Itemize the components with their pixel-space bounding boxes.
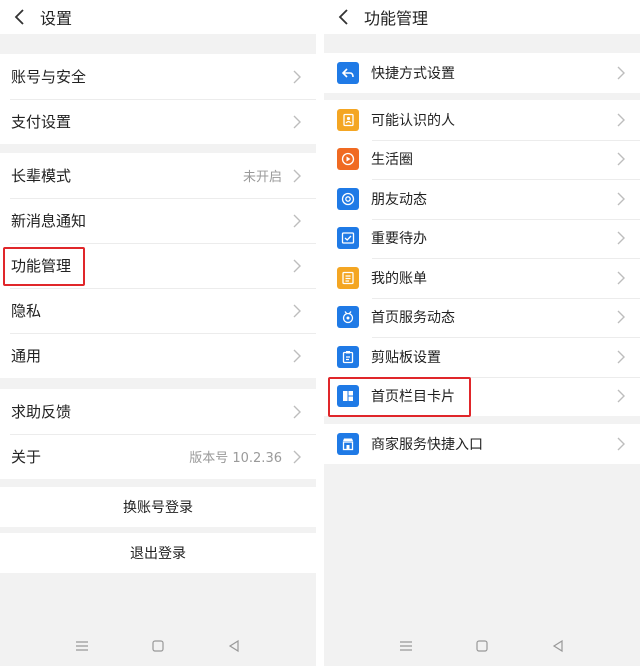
row-shortcut-settings[interactable]: 快捷方式设置 bbox=[324, 53, 640, 93]
bill-icon bbox=[337, 266, 359, 289]
row-help-feedback[interactable]: 求助反馈 bbox=[0, 389, 316, 434]
row-merchant-service-entry[interactable]: 商家服务快捷入口 bbox=[324, 424, 640, 464]
store-icon bbox=[337, 432, 359, 455]
row-payment-settings[interactable]: 支付设置 bbox=[0, 99, 316, 144]
play-icon bbox=[337, 148, 359, 171]
row-message-notification[interactable]: 新消息通知 bbox=[0, 198, 316, 243]
chevron-right-icon bbox=[293, 450, 301, 463]
row-label: 账号与安全 bbox=[11, 68, 87, 86]
row-homepage-service-updates[interactable]: 首页服务动态 bbox=[324, 297, 640, 338]
row-clipboard-settings[interactable]: 剪贴板设置 bbox=[324, 337, 640, 377]
chevron-right-icon bbox=[617, 310, 625, 324]
row-label: 朋友动态 bbox=[371, 191, 427, 208]
back-arrow-icon bbox=[14, 9, 24, 25]
back-button[interactable] bbox=[0, 0, 40, 34]
feature-list-group: 可能认识的人 生活圈 朋友动态 重要待办 我的账单 首页服务动态 剪贴板设置 首… bbox=[324, 100, 640, 416]
chevron-right-icon bbox=[293, 169, 301, 182]
menu-icon[interactable] bbox=[75, 639, 89, 653]
help-group: 求助反馈 关于 版本号 10.2.36 bbox=[0, 389, 316, 479]
switch-account-button[interactable]: 换账号登录 bbox=[0, 487, 316, 527]
settings-screen: 设置 账号与安全 支付设置 长辈模式 未开启 新消息通知 功能管理 隐私 通用 … bbox=[0, 0, 316, 666]
chevron-right-icon bbox=[293, 70, 301, 83]
row-label: 长辈模式 bbox=[11, 167, 72, 185]
row-label: 我的账单 bbox=[371, 270, 427, 287]
row-label: 剪贴板设置 bbox=[371, 349, 441, 366]
row-people-you-may-know[interactable]: 可能认识的人 bbox=[324, 100, 640, 140]
page-title: 设置 bbox=[40, 9, 73, 28]
menu-icon[interactable] bbox=[399, 639, 413, 653]
row-label: 功能管理 bbox=[11, 257, 72, 275]
merchant-group: 商家服务快捷入口 bbox=[324, 424, 640, 464]
back-triangle-icon[interactable] bbox=[227, 639, 241, 653]
row-homepage-cards[interactable]: 首页栏目卡片 bbox=[324, 376, 640, 417]
logout-button[interactable]: 退出登录 bbox=[0, 533, 316, 573]
chevron-right-icon bbox=[293, 349, 301, 362]
back-button[interactable] bbox=[324, 0, 364, 34]
row-important-todo[interactable]: 重要待办 bbox=[324, 218, 640, 259]
chevron-right-icon bbox=[617, 350, 625, 364]
clipboard-icon bbox=[337, 345, 359, 368]
chevron-right-icon bbox=[617, 271, 625, 285]
checkbox-icon bbox=[337, 227, 359, 250]
home-icon[interactable] bbox=[475, 639, 489, 653]
row-label: 首页栏目卡片 bbox=[371, 389, 455, 406]
aperture-icon bbox=[337, 187, 359, 210]
chevron-right-icon bbox=[293, 115, 301, 128]
page-title: 功能管理 bbox=[364, 9, 429, 28]
general-group: 长辈模式 未开启 新消息通知 功能管理 隐私 通用 bbox=[0, 153, 316, 378]
chevron-right-icon bbox=[617, 389, 625, 403]
row-friend-updates[interactable]: 朋友动态 bbox=[324, 179, 640, 219]
chevron-right-icon bbox=[617, 66, 625, 80]
home-icon[interactable] bbox=[151, 639, 165, 653]
elder-mode-status: 未开启 bbox=[242, 170, 282, 185]
chevron-right-icon bbox=[293, 405, 301, 418]
card-layout-icon bbox=[337, 385, 359, 408]
row-label: 快捷方式设置 bbox=[371, 65, 455, 82]
row-label: 可能认识的人 bbox=[371, 112, 455, 129]
row-label: 生活圈 bbox=[371, 152, 413, 169]
account-group: 账号与安全 支付设置 bbox=[0, 54, 316, 144]
system-nav-bar bbox=[0, 626, 316, 666]
row-label: 通用 bbox=[11, 347, 42, 365]
chevron-right-icon bbox=[617, 113, 625, 127]
settings-header: 设置 bbox=[0, 0, 316, 34]
version-number: 版本号 10.2.36 bbox=[189, 451, 282, 466]
contacts-icon bbox=[337, 108, 359, 131]
row-label: 新消息通知 bbox=[11, 212, 87, 230]
chevron-right-icon bbox=[617, 192, 625, 206]
row-label: 关于 bbox=[11, 448, 42, 466]
row-privacy[interactable]: 隐私 bbox=[0, 288, 316, 333]
row-label: 重要待办 bbox=[371, 231, 427, 248]
chevron-right-icon bbox=[617, 231, 625, 245]
row-elder-mode[interactable]: 长辈模式 未开启 bbox=[0, 153, 316, 198]
row-general[interactable]: 通用 bbox=[0, 333, 316, 378]
system-nav-bar bbox=[324, 626, 640, 666]
chevron-right-icon bbox=[293, 304, 301, 317]
chevron-right-icon bbox=[293, 214, 301, 227]
row-label: 支付设置 bbox=[11, 113, 72, 131]
row-life-circle[interactable]: 生活圈 bbox=[324, 139, 640, 180]
row-about[interactable]: 关于 版本号 10.2.36 bbox=[0, 434, 316, 479]
feature-management-screen: 功能管理 快捷方式设置 可能认识的人 生活圈 朋友动态 重要待办 我的账单 首页… bbox=[324, 0, 640, 666]
row-label: 首页服务动态 bbox=[371, 310, 455, 327]
back-arrow-icon bbox=[338, 9, 348, 25]
service-icon bbox=[337, 306, 359, 329]
back-triangle-icon[interactable] bbox=[551, 639, 565, 653]
feature-header: 功能管理 bbox=[324, 0, 640, 34]
row-my-bills[interactable]: 我的账单 bbox=[324, 258, 640, 298]
shortcut-group: 快捷方式设置 bbox=[324, 53, 640, 93]
row-label: 隐私 bbox=[11, 302, 42, 320]
shortcut-icon bbox=[337, 61, 359, 84]
row-label: 商家服务快捷入口 bbox=[371, 436, 483, 453]
row-feature-management[interactable]: 功能管理 bbox=[0, 243, 316, 288]
chevron-right-icon bbox=[617, 152, 625, 166]
row-account-security[interactable]: 账号与安全 bbox=[0, 54, 316, 99]
chevron-right-icon bbox=[617, 437, 625, 451]
row-label: 求助反馈 bbox=[11, 403, 72, 421]
chevron-right-icon bbox=[293, 259, 301, 272]
